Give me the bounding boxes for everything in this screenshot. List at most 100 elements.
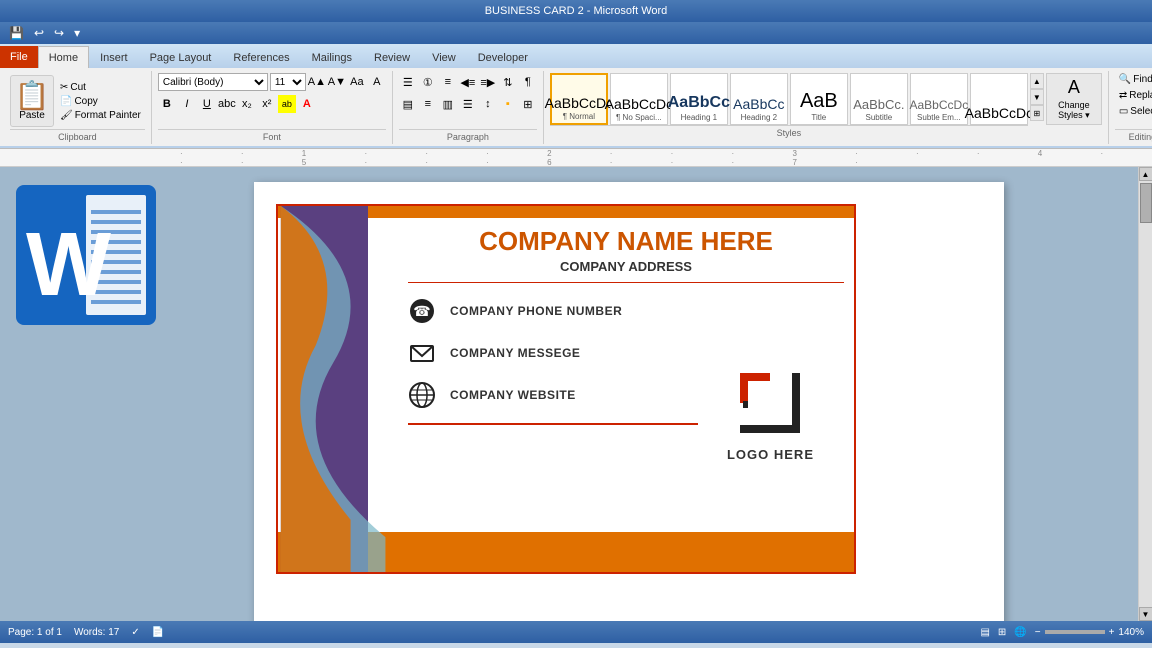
style-nospace-button[interactable]: AaBbCcDc ¶ No Spaci... <box>610 73 668 125</box>
style-h2-preview: AaBbCc <box>733 97 784 111</box>
logo-graphic <box>735 368 805 438</box>
save-icon[interactable]: 💾 <box>6 25 27 41</box>
tab-view[interactable]: View <box>421 46 467 68</box>
grow-font-button[interactable]: A▲ <box>308 73 326 91</box>
superscript-button[interactable]: x² <box>258 95 276 113</box>
ribbon-tabs: File Home Insert Page Layout References … <box>0 44 1152 68</box>
replace-button[interactable]: ⇄ Replace <box>1115 89 1152 102</box>
shading-button[interactable]: ▪ <box>499 95 517 113</box>
select-button[interactable]: ▭ Select ▾ <box>1115 105 1152 118</box>
cut-button[interactable]: ✂ Cut <box>56 81 145 94</box>
message-item: COMPANY MESSEGE <box>408 339 844 367</box>
shrink-font-button[interactable]: A▼ <box>328 73 346 91</box>
underline-button[interactable]: U <box>198 95 216 113</box>
clipboard-label: Clipboard <box>10 129 145 142</box>
style-normal-button[interactable]: AaBbCcDc ¶ Normal <box>550 73 608 125</box>
bullets-button[interactable]: ☰ <box>399 73 417 91</box>
font-size-select[interactable]: 11 <box>270 73 306 91</box>
line-spacing-button[interactable]: ↕ <box>479 95 497 113</box>
view-print-icon[interactable]: ▤ <box>980 627 989 638</box>
view-web-icon[interactable]: 🌐 <box>1014 627 1026 638</box>
language-icon[interactable]: 📄 <box>152 627 164 638</box>
highlight-button[interactable]: ab <box>278 95 296 113</box>
logo-area: LOGO HERE <box>727 368 814 462</box>
styles-inner: AaBbCcDc ¶ Normal AaBbCcDc ¶ No Spaci...… <box>550 73 1028 138</box>
italic-button[interactable]: I <box>178 95 196 113</box>
multilevel-button[interactable]: ≡ <box>439 73 457 91</box>
scroll-thumb[interactable] <box>1140 183 1152 223</box>
company-name: COMPANY NAME HERE <box>408 226 844 257</box>
page-info: Page: 1 of 1 <box>8 627 62 638</box>
vertical-scrollbar: ▲ ▼ <box>1138 167 1152 621</box>
style-h1-button[interactable]: AaBbCc Heading 1 <box>670 73 728 125</box>
format-painter-button[interactable]: 🖌 Format Painter <box>56 109 145 122</box>
zoom-in-button[interactable]: + <box>1109 627 1115 638</box>
zoom-slider[interactable] <box>1045 630 1105 634</box>
increase-indent-button[interactable]: ≡▶ <box>479 73 497 91</box>
change-styles-button[interactable]: A ChangeStyles ▾ <box>1046 73 1102 125</box>
style-subtle-button[interactable]: AaBbCcDc Subtle Em... <box>910 73 968 125</box>
zoom-out-button[interactable]: − <box>1035 627 1041 638</box>
align-center-button[interactable]: ≡ <box>419 95 437 113</box>
horizontal-ruler: · · 1 · · · 2 · · · 3 · · · 4 · · · 5 · … <box>0 149 1152 167</box>
subscript-button[interactable]: x₂ <box>238 95 256 113</box>
font-color-button[interactable]: A <box>298 95 316 113</box>
svg-text:☎: ☎ <box>413 303 430 319</box>
tab-page-layout[interactable]: Page Layout <box>139 46 223 68</box>
card-content: COMPANY NAME HERE COMPANY ADDRESS ☎ COMP… <box>408 226 844 522</box>
text-effect-button[interactable]: A <box>368 73 386 91</box>
spell-check-icon[interactable]: ✓ <box>131 627 139 638</box>
website-text: COMPANY WEBSITE <box>450 388 576 402</box>
decrease-indent-button[interactable]: ◀≡ <box>459 73 477 91</box>
card-divider <box>408 423 698 425</box>
svg-text:W: W <box>26 215 111 315</box>
tab-file[interactable]: File <box>0 46 38 68</box>
strikethrough-button[interactable]: abc <box>218 95 236 113</box>
numbering-button[interactable]: ① <box>419 73 437 91</box>
scroll-down-button[interactable]: ▼ <box>1139 607 1152 621</box>
status-bar: Page: 1 of 1 Words: 17 ✓ 📄 ▤ ⊞ 🌐 − + 140… <box>0 621 1152 643</box>
font-label: Font <box>158 129 386 142</box>
editing-controls: 🔍 Find ▾ ⇄ Replace ▭ Select ▾ <box>1115 73 1152 129</box>
font-name-select[interactable]: Calibri (Body) <box>158 73 268 91</box>
sort-button[interactable]: ⇅ <box>499 73 517 91</box>
scroll-up-button[interactable]: ▲ <box>1139 167 1152 181</box>
paste-button[interactable]: 📋 Paste <box>10 75 54 127</box>
style-h2-button[interactable]: AaBbCc Heading 2 <box>730 73 788 125</box>
tab-home[interactable]: Home <box>38 46 89 68</box>
redo-icon[interactable]: ↪ <box>51 25 67 41</box>
style-normal-preview: AaBbCcDc <box>545 96 613 110</box>
clear-format-button[interactable]: Aa <box>348 73 366 91</box>
tab-references[interactable]: References <box>222 46 300 68</box>
styles-label: Styles <box>550 125 1028 138</box>
phone-icon: ☎ <box>408 297 436 325</box>
style-title-button[interactable]: AaB Title <box>790 73 848 125</box>
message-icon <box>408 339 436 367</box>
undo-icon[interactable]: ↩ <box>31 25 47 41</box>
paragraph-group: ☰ ① ≡ ◀≡ ≡▶ ⇅ ¶ ▤ ≡ ▥ ☰ ↕ ▪ ⊞ <box>393 71 544 144</box>
find-button[interactable]: 🔍 Find ▾ <box>1115 73 1152 86</box>
justify-button[interactable]: ☰ <box>459 95 477 113</box>
tab-insert[interactable]: Insert <box>89 46 139 68</box>
tab-mailings[interactable]: Mailings <box>301 46 363 68</box>
align-left-button[interactable]: ▤ <box>399 95 417 113</box>
show-hide-button[interactable]: ¶ <box>519 73 537 91</box>
styles-scroll-down[interactable]: ▼ <box>1030 89 1044 105</box>
style-extra-button[interactable]: AaBbCcDc <box>970 73 1028 125</box>
align-right-button[interactable]: ▥ <box>439 95 457 113</box>
styles-scroll-up[interactable]: ▲ <box>1030 73 1044 89</box>
borders-button[interactable]: ⊞ <box>519 95 537 113</box>
copy-button[interactable]: 📄 Copy <box>56 95 145 108</box>
style-title-preview: AaB <box>800 91 838 111</box>
paragraph-bottom-row: ▤ ≡ ▥ ☰ ↕ ▪ ⊞ <box>399 95 537 113</box>
title-text: BUSINESS CARD 2 - Microsoft Word <box>485 5 668 17</box>
styles-expand[interactable]: ⊞ <box>1030 105 1044 121</box>
customize-icon[interactable]: ▾ <box>71 25 83 41</box>
tab-developer[interactable]: Developer <box>467 46 539 68</box>
ribbon-content: 📋 Paste ✂ Cut 📄 Copy 🖌 Format Painter Cl… <box>0 68 1152 148</box>
tab-review[interactable]: Review <box>363 46 421 68</box>
style-subtitle-button[interactable]: AaBbCc. Subtitle <box>850 73 908 125</box>
view-fullscreen-icon[interactable]: ⊞ <box>998 627 1006 638</box>
bold-button[interactable]: B <box>158 95 176 113</box>
style-subtle-preview: AaBbCcDc <box>910 99 969 111</box>
